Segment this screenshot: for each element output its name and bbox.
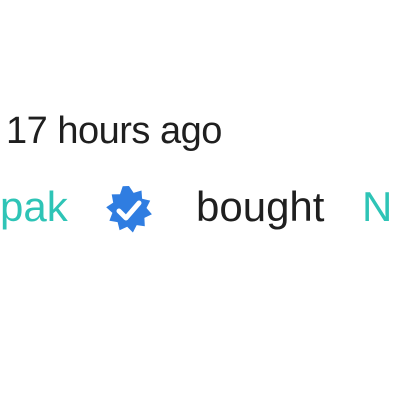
user-link[interactable]: pak: [0, 186, 68, 228]
verified-check-icon: [106, 186, 152, 233]
item-link[interactable]: N: [362, 186, 392, 228]
activity-feed-item: 17 hours ago pak bought N: [0, 0, 400, 400]
activity-verb: bought: [196, 183, 325, 230]
timestamp: 17 hours ago: [6, 110, 222, 152]
activity-row: pak bought N: [0, 186, 400, 236]
